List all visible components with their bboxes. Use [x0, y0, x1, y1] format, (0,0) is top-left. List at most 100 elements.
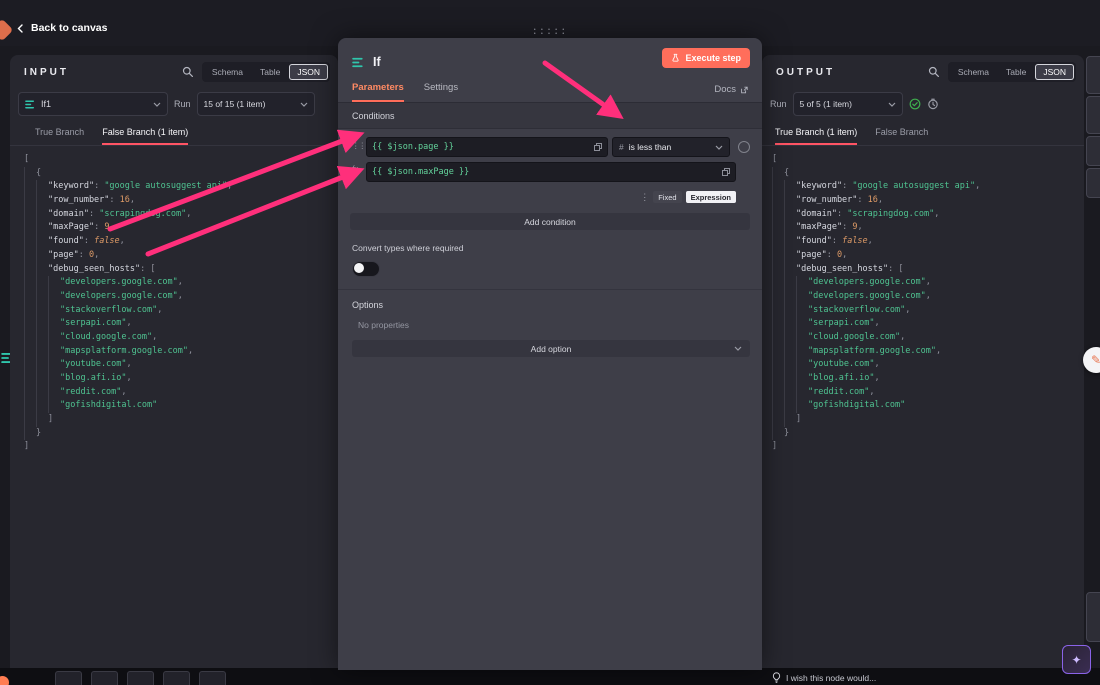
input-branch-true[interactable]: True Branch: [35, 127, 84, 145]
edit-pencil-button[interactable]: ✎: [1083, 347, 1100, 373]
mode-expression-button[interactable]: Expression: [686, 191, 736, 203]
tab-parameters[interactable]: Parameters: [352, 82, 404, 102]
docs-link[interactable]: Docs: [714, 84, 748, 102]
output-panel: OUTPUT Schema Table JSON Run 5 of 5 (1 i…: [762, 55, 1084, 668]
code-line: "page": 0,: [24, 249, 334, 263]
output-branch-true[interactable]: True Branch (1 item): [775, 127, 857, 145]
output-tab-schema[interactable]: Schema: [950, 64, 997, 80]
condition-option-circle-icon[interactable]: [738, 141, 750, 153]
drag-handle-icon[interactable]: ⋮⋮: [352, 137, 366, 155]
output-run-value: 5 of 5 (1 item): [800, 99, 852, 109]
editor-tabs: Parameters Settings Docs: [338, 76, 762, 103]
condition-row: ⋮⋮ fx {{ $json.page }} # is less: [352, 137, 750, 203]
code-line: "stackoverflow.com",: [772, 304, 1080, 318]
input-search-icon[interactable]: [182, 66, 194, 78]
code-line: "serpapi.com",: [24, 317, 334, 331]
n8n-node-detail-view: Back to canvas INPUT Schema Table JSON I…: [0, 0, 1100, 685]
convert-types-toggle[interactable]: [352, 261, 380, 277]
condition-gutter: ⋮⋮ fx: [352, 137, 366, 203]
input-tab-json[interactable]: JSON: [289, 64, 328, 80]
docs-label: Docs: [714, 84, 736, 95]
canvas-control-button[interactable]: [127, 671, 154, 685]
code-line: "mapsplatform.google.com",: [24, 345, 334, 359]
output-run-row: Run 5 of 5 (1 item): [762, 89, 1084, 119]
section-divider: [338, 289, 762, 290]
add-option-dropdown[interactable]: Add option: [352, 340, 750, 357]
stopwatch-icon[interactable]: [927, 98, 939, 110]
code-line: "page": 0,: [772, 249, 1080, 263]
tab-settings[interactable]: Settings: [424, 82, 458, 102]
operator-label: is less than: [629, 142, 672, 152]
output-json-viewer[interactable]: [{"keyword": "google autosuggest api","r…: [772, 153, 1080, 664]
side-panel-card[interactable]: [1086, 56, 1100, 94]
code-line: "cloud.google.com",: [772, 331, 1080, 345]
code-line: "cloud.google.com",: [24, 331, 334, 345]
parameter-options-menu-icon[interactable]: ⋮: [640, 193, 649, 202]
canvas-control-button[interactable]: [91, 671, 118, 685]
condition-right-value-input[interactable]: {{ $json.maxPage }}: [366, 162, 736, 182]
output-view-switcher: Schema Table JSON: [948, 62, 1076, 82]
back-to-canvas-label: Back to canvas: [31, 22, 107, 34]
external-link-icon: [740, 86, 748, 94]
canvas-control-button[interactable]: [163, 671, 190, 685]
code-line: "found": false,: [772, 235, 1080, 249]
fx-label: fx: [352, 160, 366, 178]
input-json-viewer[interactable]: [{"keyword": "google autosuggest api","r…: [24, 153, 334, 664]
side-panel-card[interactable]: [1086, 592, 1100, 642]
input-panel: INPUT Schema Table JSON If1 Run 15 of 15…: [10, 55, 338, 668]
if-node-editor-panel: • • • • •• • • • • If Execute step Param…: [338, 38, 762, 670]
input-tab-table[interactable]: Table: [252, 64, 288, 80]
code-line: [: [24, 153, 334, 167]
operator-dropdown[interactable]: # is less than: [612, 137, 730, 157]
code-line: "blog.afi.io",: [24, 372, 334, 386]
side-panel-card[interactable]: [1086, 168, 1100, 198]
canvas-control-button[interactable]: [55, 671, 82, 685]
chevron-down-icon: [888, 102, 896, 107]
run-success-check-circle-icon[interactable]: [909, 98, 921, 110]
code-line: }: [772, 427, 1080, 441]
code-line: ]: [24, 440, 334, 454]
if-node-icon: [352, 56, 365, 69]
chevron-down-icon: [734, 346, 742, 351]
output-tab-json[interactable]: JSON: [1035, 64, 1074, 80]
execute-step-button[interactable]: Execute step: [662, 48, 750, 68]
code-line: "gofishdigital.com": [24, 399, 334, 413]
code-line: "blog.afi.io",: [772, 372, 1080, 386]
sparkles-icon: ✦: [1071, 653, 1081, 667]
panel-drag-handle-icon[interactable]: • • • • •• • • • •: [534, 28, 566, 36]
side-panel-card[interactable]: [1086, 136, 1100, 166]
condition-left-value-input[interactable]: {{ $json.page }}: [366, 137, 608, 157]
input-node-selector[interactable]: If1: [18, 92, 168, 116]
output-title: OUTPUT: [776, 67, 835, 78]
input-view-switcher: Schema Table JSON: [202, 62, 330, 82]
code-line: }: [24, 427, 334, 441]
input-branch-false[interactable]: False Branch (1 item): [102, 127, 188, 145]
side-panel-card[interactable]: [1086, 96, 1100, 134]
code-line: "row_number": 16,: [772, 194, 1080, 208]
conditions-label: Conditions: [352, 111, 395, 121]
input-run-row: If1 Run 15 of 15 (1 item): [10, 89, 338, 119]
ai-assistant-button[interactable]: ✦: [1062, 645, 1091, 674]
add-condition-button[interactable]: Add condition: [350, 213, 750, 230]
execute-step-label: Execute step: [685, 53, 741, 63]
output-tab-table[interactable]: Table: [998, 64, 1034, 80]
condition-right-value: {{ $json.maxPage }}: [372, 167, 469, 177]
canvas-control-button[interactable]: [199, 671, 226, 685]
input-tab-schema[interactable]: Schema: [204, 64, 251, 80]
code-line: [: [772, 153, 1080, 167]
back-to-canvas-link[interactable]: Back to canvas: [16, 22, 107, 34]
options-label: Options: [352, 300, 750, 310]
input-run-selector[interactable]: 15 of 15 (1 item): [197, 92, 315, 116]
output-run-selector[interactable]: 5 of 5 (1 item): [793, 92, 903, 116]
output-search-icon[interactable]: [928, 66, 940, 78]
chevron-down-icon: [300, 102, 308, 107]
code-line: "row_number": 16,: [24, 194, 334, 208]
chevron-down-icon: [153, 102, 161, 107]
open-expression-editor-icon[interactable]: [594, 143, 602, 151]
mode-fixed-button[interactable]: Fixed: [653, 191, 681, 203]
node-feedback-link[interactable]: I wish this node would...: [772, 672, 876, 683]
output-branch-false[interactable]: False Branch: [875, 127, 928, 145]
open-expression-editor-icon[interactable]: [722, 168, 730, 176]
code-line: "gofishdigital.com": [772, 399, 1080, 413]
code-line: "domain": "scrapingdog.com",: [24, 208, 334, 222]
